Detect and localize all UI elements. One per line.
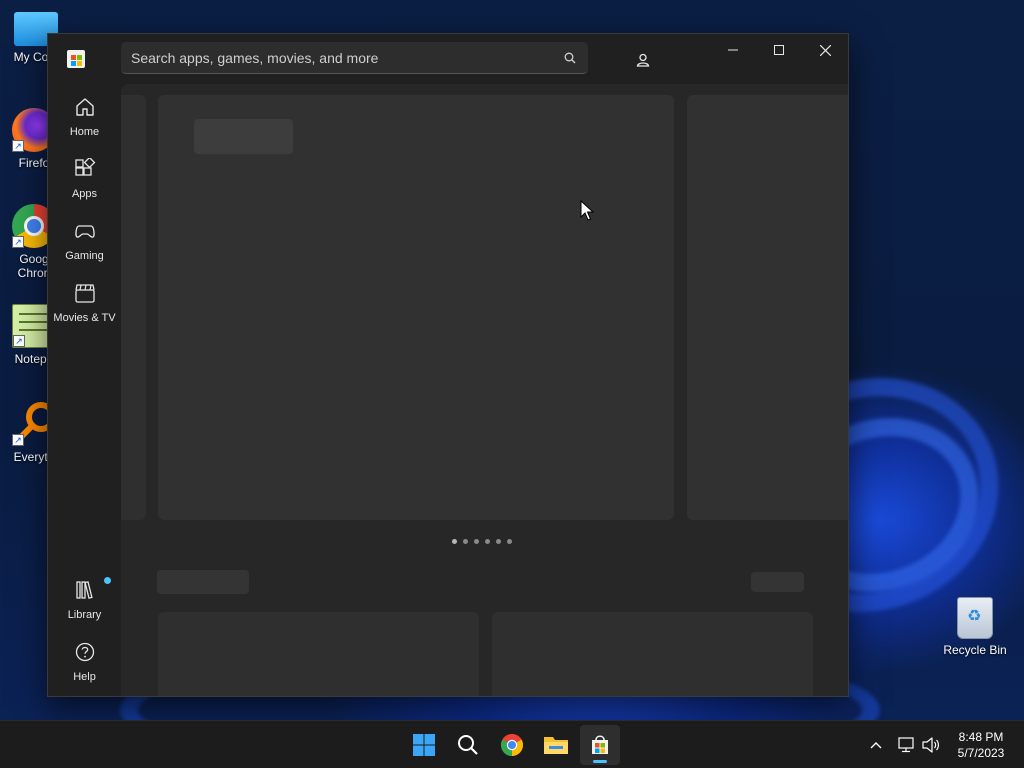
carousel-dot[interactable] [485,539,490,544]
nav-apps[interactable]: Apps [52,152,117,208]
search-placeholder: Search apps, games, movies, and more [131,50,379,66]
close-button[interactable] [802,34,848,66]
show-hidden-icons-button[interactable] [866,735,886,755]
clock-date: 5/7/2023 [957,746,1005,760]
network-icon [898,737,914,753]
minimize-icon [728,49,738,51]
notification-badge [104,577,111,584]
shortcut-arrow-icon: ↗ [12,236,24,248]
carousel-dot[interactable] [463,539,468,544]
home-icon [75,98,94,116]
chevron-up-icon [870,742,882,749]
clock-time: 8:48 PM [958,730,1004,744]
taskbar: 8:48 PM 5/7/2023 [0,720,1024,768]
nav-home[interactable]: Home [52,90,117,146]
gamepad-icon [74,225,95,238]
nav-help[interactable]: Help [52,635,117,691]
minimize-button[interactable] [710,34,756,66]
app-card-placeholder[interactable] [158,612,479,696]
shortcut-arrow-icon: ↗ [12,434,24,446]
carousel-dot[interactable] [496,539,501,544]
nav-label: Library [67,609,102,621]
maximize-icon [774,45,784,55]
close-icon [819,44,831,56]
navigation-rail: Home Apps Gaming Movies & TV Library Hel… [48,84,121,696]
recycle-bin-icon: ♻ [957,597,993,639]
carousel-pager [452,539,512,544]
taskbar-file-explorer-button[interactable] [536,725,576,765]
taskbar-chrome-button[interactable] [492,725,532,765]
nav-label: Movies & TV [53,312,116,324]
search-icon [458,735,478,755]
store-logo-icon [67,50,85,68]
taskbar-store-button[interactable] [580,725,620,765]
loading-placeholder [194,119,293,154]
desktop-icon-recycle-bin[interactable]: ♻ Recycle Bin [937,597,1013,657]
clock[interactable]: 8:48 PM 5/7/2023 [948,729,1014,761]
speaker-icon [922,737,939,753]
nav-label: Gaming [65,250,104,262]
shortcut-arrow-icon: ↗ [13,335,25,347]
active-app-indicator [593,760,607,763]
taskbar-search-button[interactable] [448,725,488,765]
shortcut-arrow-icon: ↗ [12,140,24,152]
apps-icon [74,156,95,176]
see-all-placeholder [751,572,804,592]
clapperboard-icon [74,284,95,303]
carousel-dot[interactable] [452,539,457,544]
hero-card-previous[interactable] [121,95,146,520]
nav-library[interactable]: Library [52,573,117,629]
carousel-dot[interactable] [474,539,479,544]
nav-label: Help [73,671,96,683]
chrome-icon [501,734,523,756]
folder-icon [544,737,568,754]
nav-gaming[interactable]: Gaming [52,214,117,270]
user-icon [636,53,650,67]
desktop-icon-label: Recycle Bin [943,643,1007,657]
volume-button[interactable] [921,735,941,755]
section-title-placeholder [157,570,249,594]
title-bar[interactable]: Search apps, games, movies, and more [48,34,848,84]
windows-start-icon [413,734,435,756]
microsoft-store-window[interactable]: Search apps, games, movies, and more Hom… [47,33,849,697]
account-button[interactable] [629,46,657,74]
carousel-dot[interactable] [507,539,512,544]
search-input[interactable]: Search apps, games, movies, and more [121,42,588,74]
nav-movies-tv[interactable]: Movies & TV [52,276,117,332]
start-button[interactable] [404,725,444,765]
network-button[interactable] [897,735,917,755]
search-icon[interactable] [564,52,576,64]
library-icon [75,581,93,599]
nav-label: Home [69,126,100,138]
app-card-placeholder[interactable] [492,612,813,696]
mouse-cursor [580,200,594,221]
help-icon [75,642,94,662]
nav-label: Apps [71,188,98,200]
hero-card-next[interactable] [687,95,848,520]
maximize-button[interactable] [756,34,802,66]
hero-card[interactable] [158,95,674,520]
store-content-area [121,84,848,696]
store-icon [592,735,608,754]
